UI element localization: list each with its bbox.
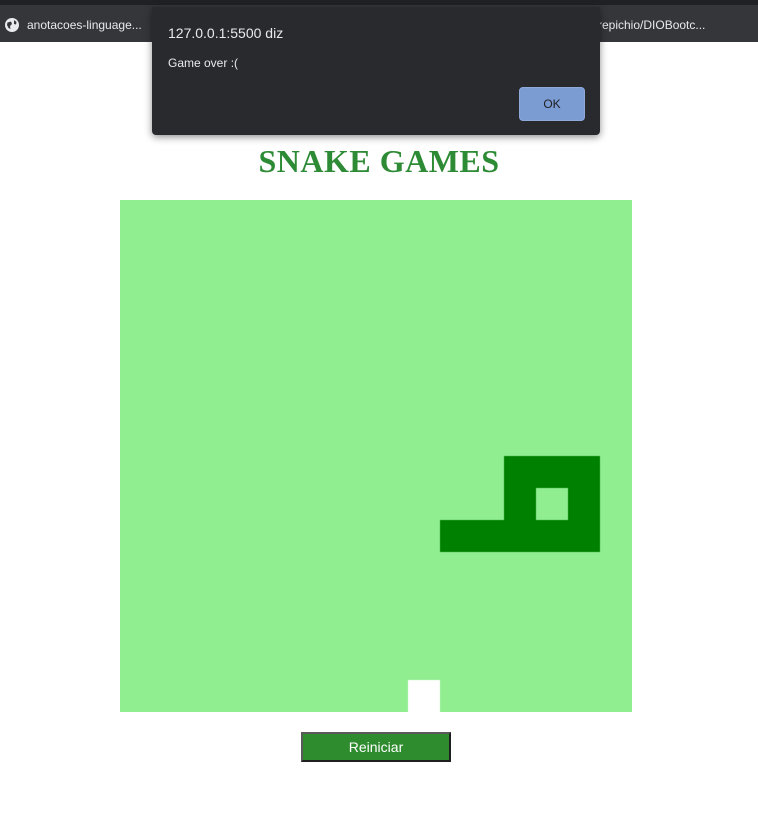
bookmark-label: repichio/DIOBootc...: [598, 18, 706, 32]
game-board[interactable]: [120, 200, 632, 712]
restart-button[interactable]: Reiniciar: [301, 732, 451, 762]
page: anotacoes-linguage... repichio/DIOBootc.…: [0, 0, 758, 814]
alert-message: Game over :(: [168, 56, 239, 70]
bookmark-anotacoes[interactable]: anotacoes-linguage...: [4, 14, 142, 36]
bookmark-label: anotacoes-linguage...: [27, 18, 142, 32]
globe-icon: [5, 18, 19, 32]
ok-button[interactable]: OK: [519, 87, 585, 121]
bookmark-diobootcamp[interactable]: repichio/DIOBootc...: [598, 14, 705, 36]
page-title: SNAKE GAMES: [258, 143, 500, 179]
alert-origin: 127.0.0.1:5500 diz: [168, 25, 284, 41]
alert-dialog: 127.0.0.1:5500 diz Game over :( OK: [152, 7, 600, 135]
